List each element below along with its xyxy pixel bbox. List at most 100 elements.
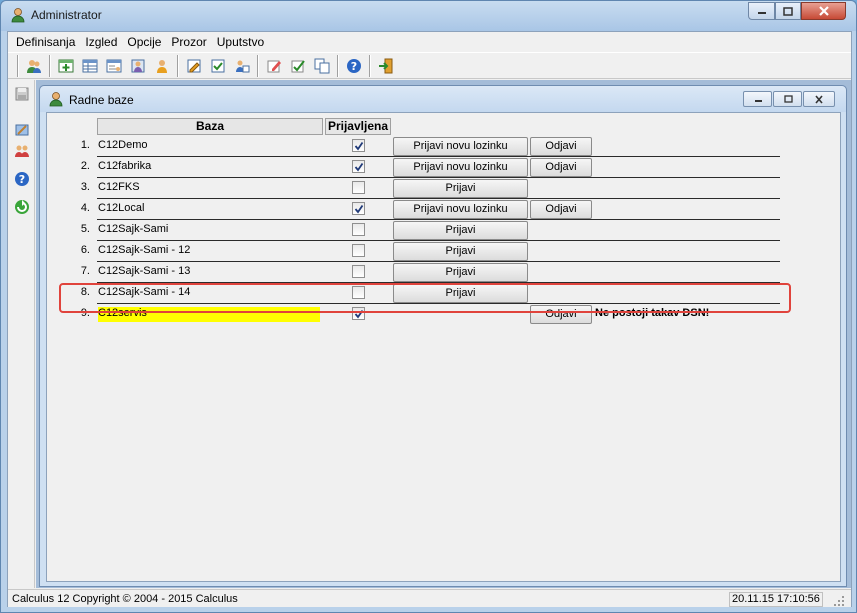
mdi-area: Radne baze Baza Prijavljena 1. C12Demo Pri… bbox=[36, 80, 851, 588]
menu-uputstvo[interactable]: Uputstvo bbox=[212, 33, 269, 51]
child-title-bar[interactable]: Radne baze bbox=[40, 86, 846, 112]
menu-definisanja[interactable]: Definisanja bbox=[11, 33, 80, 51]
database-row: 7. C12Sajk-Sami - 13 Prijavi bbox=[47, 262, 787, 283]
toolbar-button-check[interactable] bbox=[207, 55, 229, 77]
prijavljena-checkbox[interactable] bbox=[352, 202, 365, 215]
toolbar-button-write[interactable] bbox=[263, 55, 285, 77]
tools-icon bbox=[15, 124, 29, 136]
maximize-icon bbox=[783, 6, 793, 16]
odjavi-button[interactable]: Odjavi bbox=[530, 200, 592, 219]
prijavi-novu-lozinku-button[interactable]: Prijavi novu lozinku bbox=[393, 137, 528, 156]
sidebar-button-group[interactable] bbox=[11, 140, 33, 162]
toolbar-button-add-record[interactable] bbox=[55, 55, 77, 77]
database-name: C12Demo bbox=[98, 139, 148, 151]
minimize-button[interactable] bbox=[748, 2, 775, 20]
column-header-prijavljena: Prijavljena bbox=[325, 118, 391, 135]
database-name: C12Sajk-Sami - 13 bbox=[98, 265, 191, 277]
menu-opcije[interactable]: Opcije bbox=[122, 33, 166, 51]
resize-grip-icon[interactable] bbox=[826, 593, 848, 608]
child-title: Radne baze bbox=[69, 93, 134, 107]
row-number: 6. bbox=[80, 244, 90, 256]
child-maximize-button[interactable] bbox=[773, 91, 802, 107]
help-icon: ? bbox=[347, 58, 361, 73]
row-number: 7. bbox=[80, 265, 90, 277]
approve-icon bbox=[291, 59, 305, 72]
user-icon bbox=[157, 59, 167, 73]
column-header-baza: Baza bbox=[97, 118, 323, 135]
close-icon bbox=[818, 6, 829, 16]
prijavi-button[interactable]: Prijavi bbox=[393, 179, 528, 198]
prijavi-novu-lozinku-button[interactable]: Prijavi novu lozinku bbox=[393, 200, 528, 219]
row-number: 2. bbox=[80, 160, 90, 172]
database-row: 1. C12Demo Prijavi novu lozinku Odjavi bbox=[47, 136, 787, 157]
minimize-icon bbox=[754, 100, 762, 102]
prijavi-novu-lozinku-button[interactable]: Prijavi novu lozinku bbox=[393, 158, 528, 177]
toolbar-button-form[interactable] bbox=[103, 55, 125, 77]
toolbar-button-exit[interactable] bbox=[375, 55, 397, 77]
users-icon bbox=[27, 59, 41, 73]
row-number: 1. bbox=[80, 139, 90, 151]
toolbar-separator bbox=[369, 54, 371, 77]
maximize-icon bbox=[783, 95, 793, 103]
sidebar-button-refresh[interactable] bbox=[11, 196, 33, 218]
database-name: C12Sajk-Sami - 12 bbox=[98, 244, 191, 256]
toolbar-button-user-form[interactable] bbox=[127, 55, 149, 77]
window-title: Administrator bbox=[31, 8, 102, 22]
group-icon bbox=[15, 145, 29, 157]
svg-text:?: ? bbox=[351, 60, 357, 73]
prijavi-button[interactable]: Prijavi bbox=[393, 263, 528, 282]
toolbar-button-copy[interactable] bbox=[311, 55, 333, 77]
database-row: 6. C12Sajk-Sami - 12 Prijavi bbox=[47, 241, 787, 262]
status-bar: Calculus 12 Copyright © 2004 - 2015 Calc… bbox=[8, 589, 851, 607]
toolbar-button-user[interactable] bbox=[151, 55, 173, 77]
database-row: 3. C12FKS Prijavi bbox=[47, 178, 787, 199]
odjavi-button[interactable]: Odjavi bbox=[530, 137, 592, 156]
toolbar-button-table[interactable] bbox=[79, 55, 101, 77]
prijavljena-checkbox[interactable] bbox=[352, 160, 365, 173]
title-bar[interactable]: Administrator bbox=[1, 1, 856, 31]
database-name: C12fabrika bbox=[98, 160, 152, 172]
toolbar-separator bbox=[337, 54, 339, 77]
child-close-button[interactable] bbox=[803, 91, 835, 107]
toolbar-separator bbox=[49, 54, 51, 77]
copyright-text: Calculus 12 Copyright © 2004 - 2015 Calc… bbox=[12, 593, 238, 605]
close-button[interactable] bbox=[801, 2, 846, 20]
user-icon bbox=[11, 8, 25, 23]
database-row: 5. C12Sajk-Sami Prijavi bbox=[47, 220, 787, 241]
copy-icon bbox=[314, 58, 330, 73]
write-icon bbox=[267, 60, 281, 72]
prijavljena-checkbox[interactable] bbox=[352, 244, 365, 257]
row-number: 5. bbox=[80, 223, 90, 235]
exit-icon bbox=[379, 58, 393, 73]
prijavljena-checkbox[interactable] bbox=[352, 265, 365, 278]
save-icon bbox=[15, 87, 29, 101]
menu-prozor[interactable]: Prozor bbox=[166, 33, 211, 51]
toolbar-button-approve[interactable] bbox=[287, 55, 309, 77]
radne-baze-window: Radne baze Baza Prijavljena 1. C12Demo Pri… bbox=[39, 85, 847, 587]
form-icon bbox=[106, 59, 122, 72]
prijavi-button[interactable]: Prijavi bbox=[393, 221, 528, 240]
sidebar-button-save[interactable] bbox=[11, 83, 33, 105]
check-icon bbox=[211, 59, 225, 72]
prijavljena-checkbox[interactable] bbox=[352, 181, 365, 194]
toolbar-separator bbox=[257, 54, 259, 77]
row-number: 4. bbox=[80, 202, 90, 214]
toolbar-separator bbox=[177, 54, 179, 77]
sidebar-button-help[interactable]: ? bbox=[11, 168, 33, 190]
child-minimize-button[interactable] bbox=[743, 91, 772, 107]
toolbar-button-edit[interactable] bbox=[183, 55, 205, 77]
prijavljena-checkbox[interactable] bbox=[352, 139, 365, 152]
toolbar-button-users[interactable] bbox=[23, 55, 45, 77]
toolbar-button-help[interactable]: ? bbox=[343, 55, 365, 77]
odjavi-button[interactable]: Odjavi bbox=[530, 158, 592, 177]
toolbar-button-person-edit[interactable] bbox=[231, 55, 253, 77]
sidebar-button-tools[interactable] bbox=[11, 119, 33, 141]
menu-izgled[interactable]: Izgled bbox=[80, 33, 122, 51]
prijavi-button[interactable]: Prijavi bbox=[393, 242, 528, 261]
maximize-button[interactable] bbox=[775, 2, 801, 20]
client-area: Definisanja Izgled Opcije Prozor Uputstvo ? … bbox=[7, 31, 852, 607]
database-name: C12Local bbox=[98, 202, 145, 214]
prijavljena-checkbox[interactable] bbox=[352, 223, 365, 236]
help-icon: ? bbox=[15, 172, 29, 186]
sidebar: ? bbox=[8, 80, 35, 588]
